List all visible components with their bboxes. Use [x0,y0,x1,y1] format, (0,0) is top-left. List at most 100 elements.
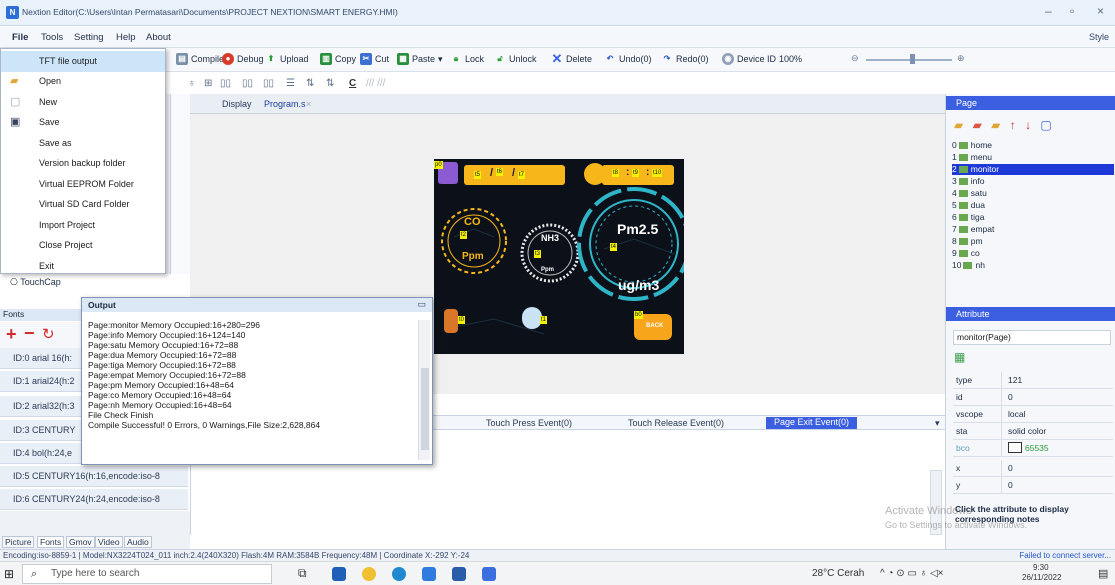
page-list-item-selected[interactable]: 2 monitor [952,164,1114,175]
close-tab-icon[interactable]: × [306,99,311,109]
menu-item-virtual-eeprom[interactable]: Virtual EEPROM Folder [1,174,165,195]
menu-help[interactable]: Help [116,32,136,43]
attribute-row[interactable]: y0 [953,477,1113,494]
copy-button[interactable]: ▥ Copy [320,53,356,65]
system-tray-icons[interactable]: ^ ◔ ⊙ ▭ ♁ ◁× [880,568,943,579]
tab-touch-release[interactable]: Touch Release Event(0) [628,418,724,428]
redo-button[interactable]: ↷ Redo(0) [661,53,709,65]
delete-button[interactable]: ✕ Delete [551,52,592,65]
maximize-icon[interactable]: ▫ [1070,4,1074,18]
minimize-icon[interactable]: – [1045,4,1052,18]
hmi-screen-canvas[interactable]: p0 t5 / t6 / t7 t8 : t9 : t10 CO t2 Ppm … [434,159,684,354]
menu-file[interactable]: File [12,32,28,43]
move-up-icon[interactable]: ↑ [1010,118,1016,132]
delete-page-icon[interactable]: ▰ [973,118,982,132]
close-icon[interactable]: × [1097,4,1104,18]
tab-fonts[interactable]: Fonts [37,536,65,548]
align-center-icon[interactable]: ▯▯ [242,78,253,89]
undo-button[interactable]: ↶ Undo(0) [604,53,652,65]
page-list-item[interactable]: 9 co [952,248,1114,259]
store-icon[interactable] [422,567,436,581]
attribute-sort-icon[interactable]: ▦ [954,350,965,364]
output-scroll-thumb[interactable] [421,368,429,450]
attribute-row[interactable]: id 0 [953,389,1113,406]
attribute-row[interactable]: bco 65535 [953,440,1113,457]
zoom-slider-handle[interactable] [910,54,915,64]
output-restore-icon[interactable]: ▭ [417,299,426,310]
unlock-button[interactable]: 🔓︎ Unlock [494,53,536,65]
center-icon[interactable]: C [349,78,356,89]
taskbar-search[interactable]: ⌕ Type here to search [22,564,272,584]
menu-item-save[interactable]: ▣ Save [1,112,165,133]
menu-item-version-backup[interactable]: Version backup folder [1,153,165,174]
device-id-button[interactable]: ◉ Device ID 100% [722,53,802,65]
page-list-item[interactable]: 1 menu [952,152,1114,163]
cut-button[interactable]: ✂ Cut [360,53,389,65]
chrome-icon[interactable] [362,567,376,581]
insert-page-icon[interactable]: ▰ [991,118,1000,132]
grid-icon[interactable]: ⊞ [204,78,212,89]
attribute-row[interactable]: sta solid color [953,423,1113,440]
event-dropdown-icon[interactable]: ▾ [935,418,940,429]
menu-item-import-project[interactable]: Import Project [1,215,165,236]
zoom-in-icon[interactable]: ⊕ [957,53,965,64]
edge-icon[interactable] [392,567,406,581]
tab-display[interactable]: Display [222,99,252,109]
compile-button[interactable]: ▤ Compile [176,53,224,65]
word-icon[interactable] [452,567,466,581]
paste-button[interactable]: ▦ Paste ▾ [397,53,443,65]
zoom-slider[interactable] [866,59,952,61]
align-icon[interactable]: ♁ [188,78,196,89]
weather-widget[interactable]: 28°C Cerah [812,568,864,579]
align-right-icon[interactable]: ▯▯ [263,78,274,89]
touchcap-item[interactable]: ⎔ TouchCap [10,277,61,288]
zoom-out-icon[interactable]: ⊖ [851,53,859,64]
task-view-icon[interactable]: ⧉ [298,566,307,581]
menu-item-open[interactable]: ▰ Open [1,71,165,92]
tab-video[interactable]: Video [95,536,123,548]
menu-tools[interactable]: Tools [41,32,63,43]
app-icon-taskbar[interactable] [332,567,346,581]
order-down-icon[interactable]: ⇅ [326,78,334,89]
menu-setting[interactable]: Setting [74,32,104,43]
page-list-item[interactable]: 10 nh [952,260,1114,271]
menu-item-close-project[interactable]: Close Project [1,235,165,256]
lock-button[interactable]: 🔒︎ Lock [450,53,484,65]
attribute-object-select[interactable]: monitor(Page) [953,330,1111,345]
notification-icon[interactable]: ▤ [1098,567,1108,580]
tab-gmov[interactable]: Gmov [66,536,95,548]
menu-item-exit[interactable]: Exit [1,256,165,277]
menu-item-save-as[interactable]: Save as [1,133,165,154]
attribute-row[interactable]: x0 [953,460,1113,477]
add-font-icon[interactable]: + [6,324,17,345]
move-down-icon[interactable]: ↓ [1025,118,1031,132]
page-list-item[interactable]: 5 dua [952,200,1114,211]
clock-date[interactable]: 26/11/2022 [1022,573,1061,582]
toolbox-scrollbar[interactable] [170,94,190,274]
remove-font-icon[interactable]: − [24,323,35,344]
nextion-taskbar-icon[interactable] [482,567,496,581]
style-label[interactable]: Style [1089,32,1109,42]
debug-button[interactable]: ● Debug [222,53,264,65]
menu-item-new[interactable]: ▢ New [1,92,165,113]
tab-page-exit[interactable]: Page Exit Event(0) [766,417,858,429]
upload-button[interactable]: ⬆ Upload [265,53,309,65]
page-list-item[interactable]: 6 tiga [952,212,1114,223]
tab-audio[interactable]: Audio [124,536,152,548]
page-list-item[interactable]: 8 pm [952,236,1114,247]
add-page-icon[interactable]: ▰ [954,118,963,132]
order-up-icon[interactable]: ⇅ [306,78,314,89]
menu-item-virtual-sd[interactable]: Virtual SD Card Folder [1,194,165,215]
menu-about[interactable]: About [146,32,171,43]
windows-start-icon[interactable]: ⊞ [4,567,14,581]
copy-page-icon[interactable]: ▢ [1040,118,1051,132]
font-row[interactable]: ID:5 CENTURY16(h:16,encode:iso-8 [0,466,188,487]
page-list-item[interactable]: 7 empat [952,224,1114,235]
tab-touch-press[interactable]: Touch Press Event(0) [486,418,572,428]
align-left-icon[interactable]: ▯▯ [220,78,231,89]
output-scrollbar[interactable] [418,320,430,460]
attribute-row[interactable]: type 121 [953,372,1113,389]
refresh-font-icon[interactable]: ↻ [42,325,55,343]
tab-program[interactable]: Program.s [264,99,306,109]
font-row[interactable]: ID:6 CENTURY24(h:24,encode:iso-8 [0,489,188,510]
